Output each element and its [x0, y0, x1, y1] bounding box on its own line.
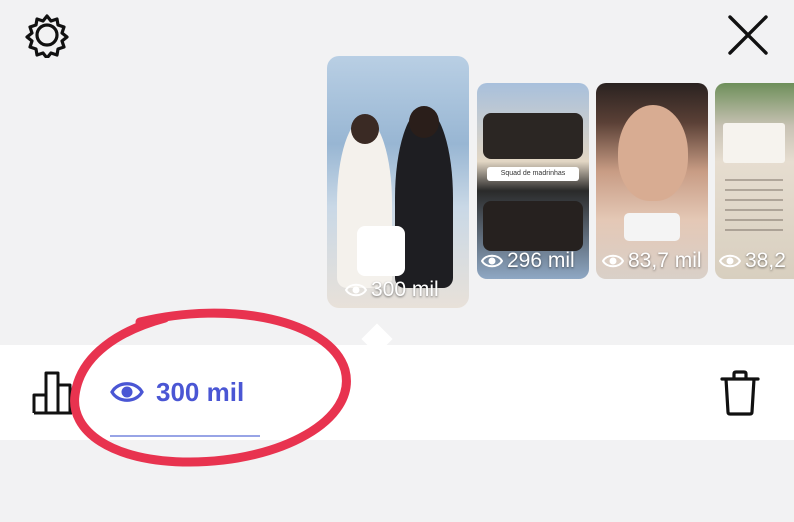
story-views-count: 38,2	[745, 249, 786, 272]
bar-chart-icon	[32, 371, 72, 415]
story-photo-figure	[409, 106, 439, 138]
settings-button[interactable]	[22, 12, 72, 58]
story-text-line	[725, 189, 783, 191]
eye-icon	[481, 254, 503, 268]
story-thumbnail[interactable]: Squad de madrinhas 296 mil	[477, 83, 589, 279]
viewers-tab[interactable]: 300 mil	[110, 367, 244, 417]
close-icon	[728, 15, 768, 55]
story-photo-figure	[483, 113, 583, 159]
delete-button[interactable]	[716, 367, 764, 419]
story-action-bar: 300 mil	[0, 345, 794, 440]
story-photo-cake	[357, 226, 405, 276]
story-text-line	[725, 219, 783, 221]
story-question-sticker	[624, 213, 680, 241]
viewers-tab-indicator	[110, 435, 260, 437]
story-views-count: 296 mil	[507, 249, 575, 272]
viewers-count: 300 mil	[156, 376, 245, 407]
close-button[interactable]	[722, 10, 774, 60]
eye-icon	[110, 382, 144, 402]
eye-icon	[602, 254, 624, 268]
story-text-line	[725, 199, 783, 201]
story-views: 83,7 mil	[602, 249, 708, 273]
story-text-box	[723, 123, 785, 163]
story-thumbnail[interactable]: 38,2	[715, 83, 794, 279]
story-photo-figure	[351, 114, 379, 144]
trash-icon	[720, 370, 760, 416]
story-views: 300 mil	[345, 278, 469, 302]
story-caption: Squad de madrinhas	[487, 167, 579, 181]
story-views: 296 mil	[481, 249, 589, 273]
eye-icon	[345, 283, 367, 297]
viewers-list-area	[0, 440, 794, 522]
gear-icon	[25, 14, 69, 58]
story-text-line	[725, 179, 783, 181]
story-photo-face	[618, 105, 688, 201]
story-text-line	[725, 209, 783, 211]
insights-button[interactable]	[32, 369, 76, 415]
story-thumbnail[interactable]: 83,7 mil	[596, 83, 708, 279]
story-text-line	[725, 229, 783, 231]
story-photo-figure	[483, 201, 583, 251]
eye-icon	[719, 254, 741, 268]
story-viewer-header: 300 mil Squad de madrinhas 296 mil 83,7 …	[0, 0, 794, 345]
story-views: 38,2	[719, 249, 794, 273]
story-thumbnail-selected[interactable]: 300 mil	[327, 56, 469, 308]
story-views-count: 300 mil	[371, 278, 439, 301]
story-views-count: 83,7 mil	[628, 249, 702, 272]
